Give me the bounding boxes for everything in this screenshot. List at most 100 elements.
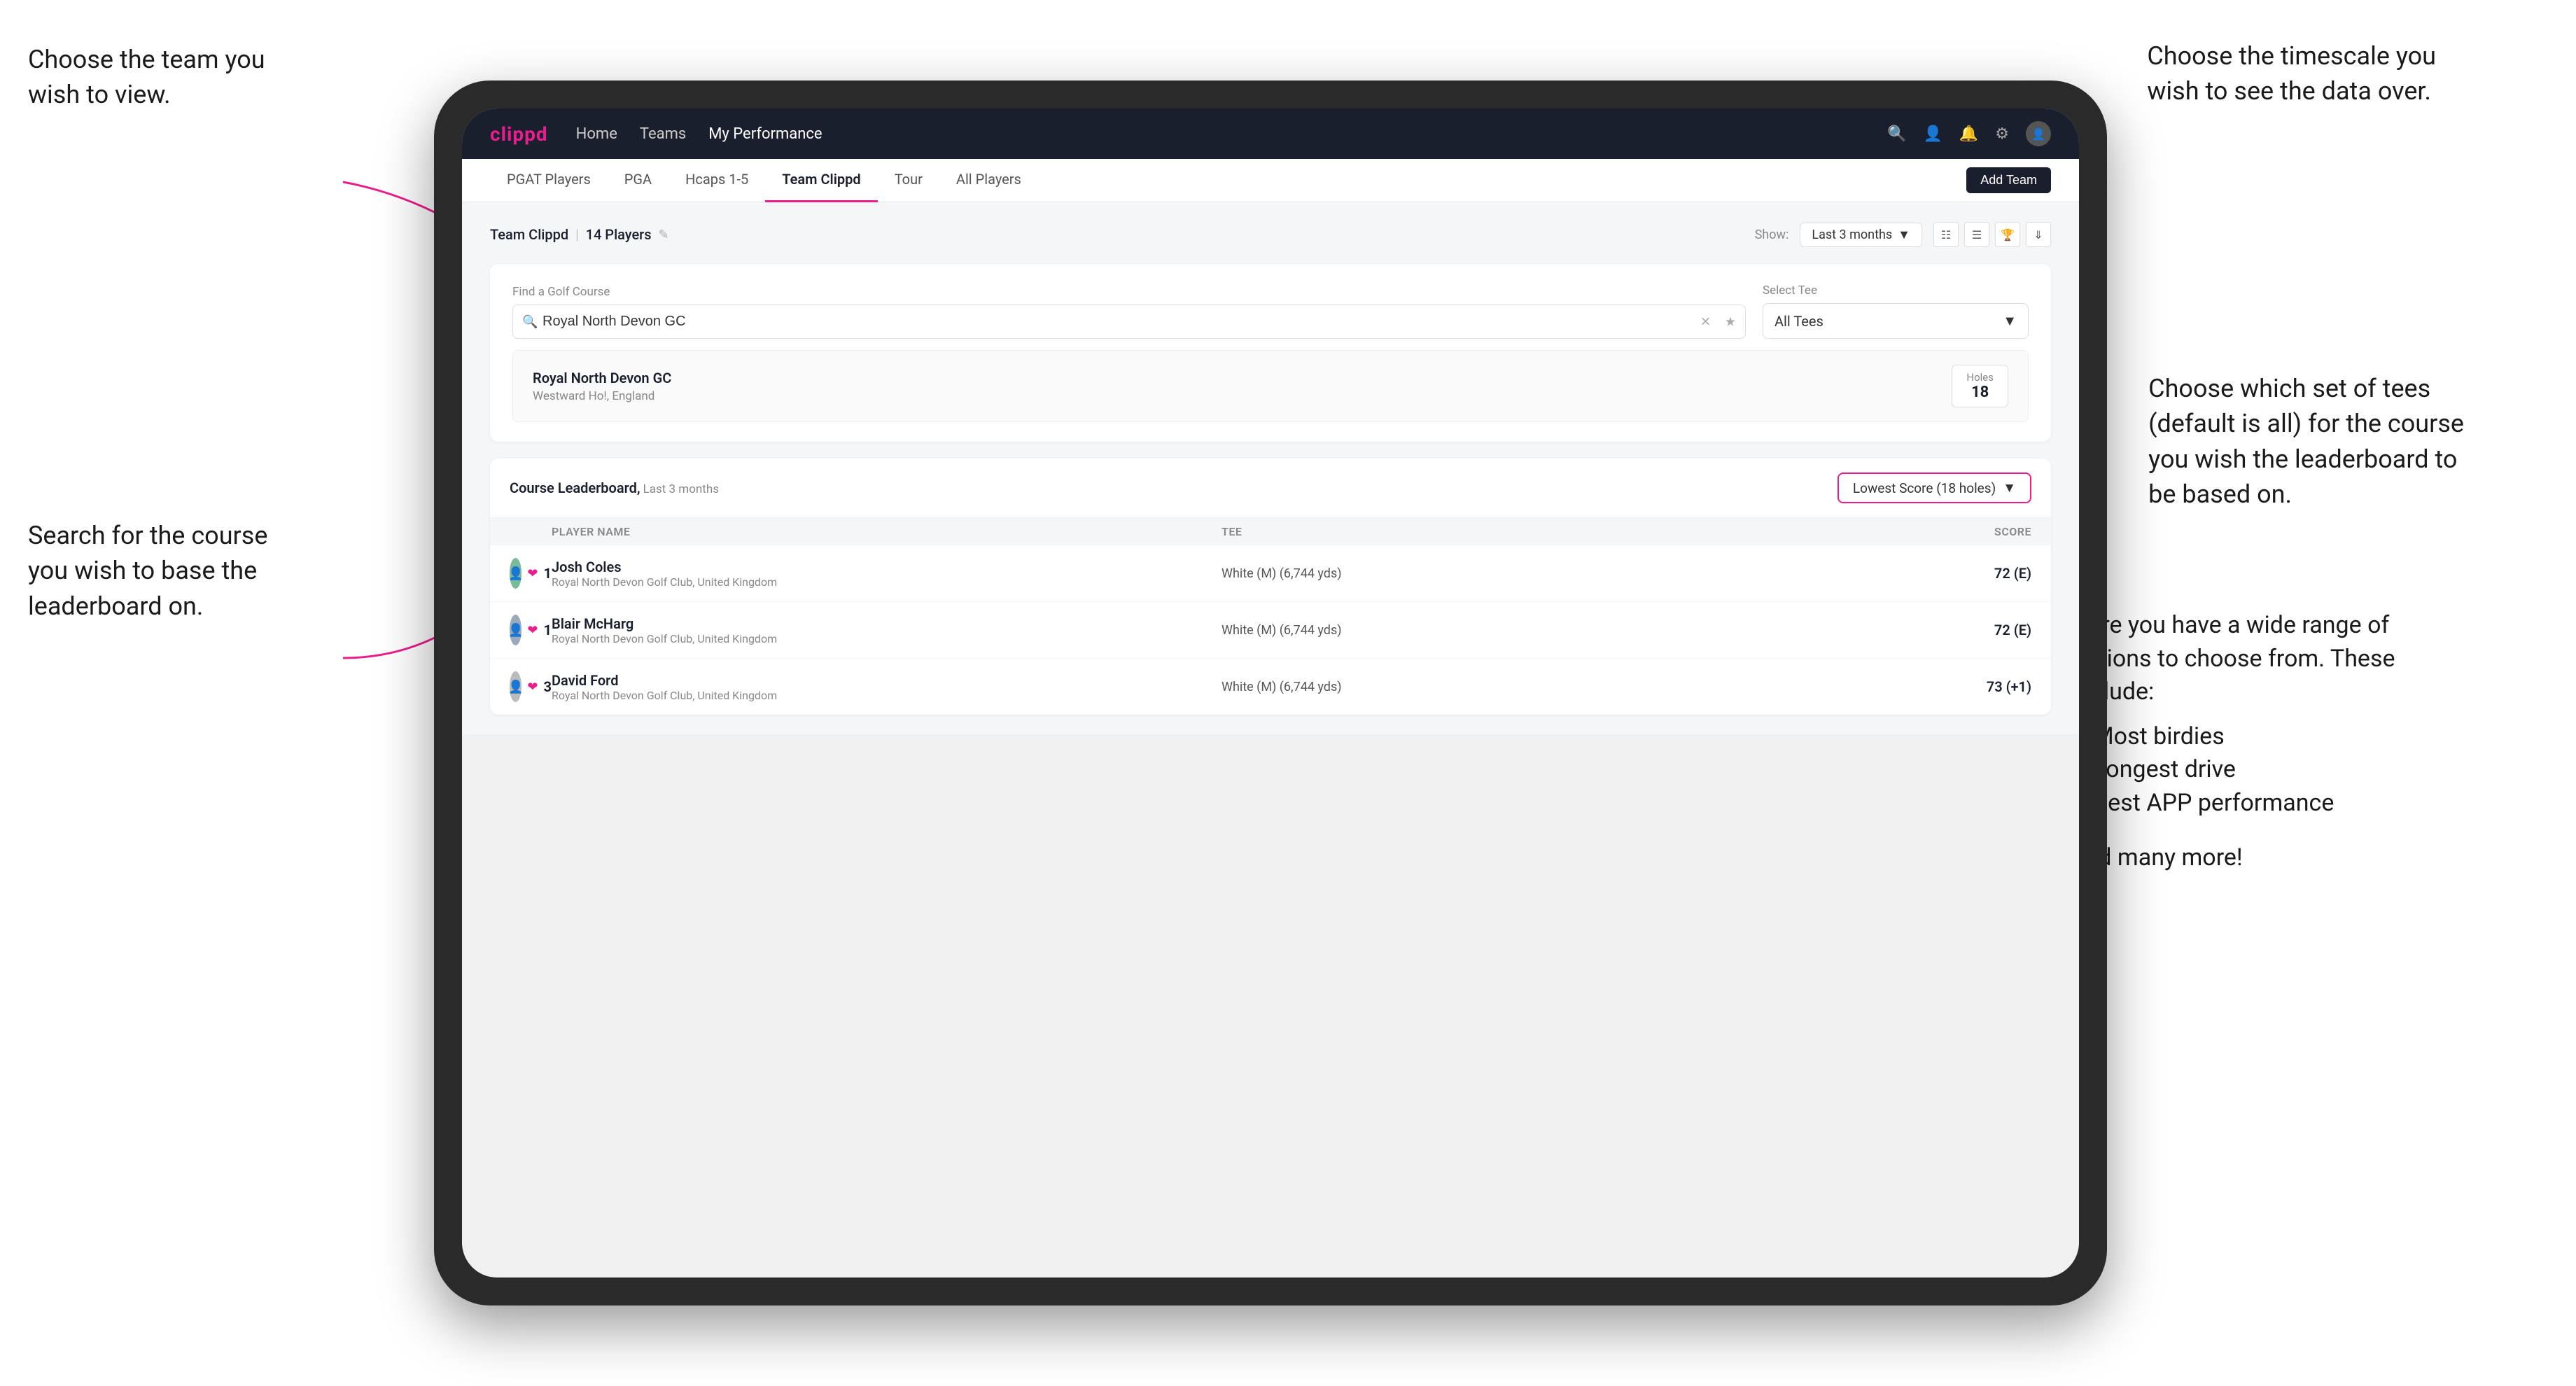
player-rank-1: 1 (544, 565, 552, 582)
annotation-middle-right-text4: be based on. (2148, 479, 2292, 509)
score-3: 73 (+1) (1891, 678, 2031, 695)
chevron-down-icon: ▼ (1898, 227, 1910, 242)
col-tee: TEE (1222, 525, 1891, 538)
show-value: Last 3 months (1812, 227, 1892, 242)
nav-tour[interactable]: Tour (878, 159, 939, 202)
annotation-bottom-right-intro: Here you have a wide range of options to… (2072, 611, 2395, 706)
nav-my-performance[interactable]: My Performance (708, 125, 822, 143)
bell-icon[interactable]: 🔔 (1959, 125, 1978, 143)
annotation-bottom-left: Search for the course you wish to base t… (28, 518, 267, 624)
download-button[interactable]: ⇓ (2026, 222, 2051, 247)
search-input[interactable] (512, 304, 1746, 339)
table-row: 👤 ❤ 1 Blair McHarg Royal North Devon Gol… (490, 602, 2051, 659)
team-name: Team Clippd (490, 226, 568, 243)
tee-info-2: White (M) (6,744 yds) (1222, 623, 1891, 638)
annotation-bottom-right: Here you have a wide range of options to… (2072, 609, 2464, 874)
annotation-top-right-text1: Choose the timescale you (2147, 41, 2436, 71)
player-name-1: Josh Coles (552, 559, 777, 575)
show-label: Show: (1755, 227, 1789, 242)
search-star-icon[interactable]: ★ (1725, 314, 1736, 329)
col-player-name: PLAYER NAME (552, 525, 1222, 538)
tee-label: Select Tee (1763, 284, 2029, 298)
holes-number: 18 (1966, 384, 1994, 401)
annotation-middle-right-text2: (default is all) for the course (2148, 409, 2464, 438)
annotation-bottom-left-text3: leaderboard on. (28, 592, 203, 621)
annotation-top-left-text1: Choose the team you (28, 45, 265, 74)
nav-pga[interactable]: PGA (608, 159, 668, 202)
score-dropdown[interactable]: Lowest Score (18 holes) ▼ (1837, 472, 2031, 503)
course-location: Westward Ho!, England (533, 389, 671, 403)
tablet-screen: clippd Home Teams My Performance 🔍 👤 🔔 ⚙… (462, 108, 2079, 1278)
main-content: Team Clippd | 14 Players ✎ Show: Last 3 … (462, 202, 2079, 734)
search-wrapper: Find a Golf Course 🔍 ✕ ★ (512, 285, 1746, 339)
team-title: Team Clippd | 14 Players ✎ (490, 226, 669, 243)
nav-team-clippd[interactable]: Team Clippd (765, 159, 877, 202)
player-club-2: Royal North Devon Golf Club, United King… (552, 632, 777, 645)
score-1: 72 (E) (1891, 565, 2031, 582)
add-team-button[interactable]: Add Team (1966, 167, 2051, 193)
list-view-button[interactable]: ☰ (1964, 222, 1989, 247)
search-display: 🔍 ✕ ★ (512, 304, 1746, 339)
score-2: 72 (E) (1891, 622, 2031, 638)
course-info: Royal North Devon GC Westward Ho!, Engla… (533, 370, 671, 403)
heart-icon-3[interactable]: ❤ (527, 680, 538, 694)
player-avatar-3: 👤 (510, 671, 522, 702)
annotation-middle-right-text1: Choose which set of tees (2148, 374, 2430, 403)
leaderboard-title-area: Course Leaderboard, Last 3 months (510, 479, 719, 496)
edit-icon[interactable]: ✎ (659, 227, 669, 242)
annotation-bottom-left-text1: Search for the course (28, 521, 267, 550)
filter-card: Find a Golf Course 🔍 ✕ ★ Select Tee All … (490, 264, 2051, 442)
tee-value: All Tees (1774, 313, 1823, 330)
nav-pgat-players[interactable]: PGAT Players (490, 159, 608, 202)
nav-teams[interactable]: Teams (640, 125, 686, 143)
tee-chevron-icon: ▼ (2003, 312, 2017, 330)
nav-home[interactable]: Home (576, 125, 617, 143)
annotation-bullet-1: Most birdies (2093, 720, 2464, 754)
table-row: 👤 ❤ 3 David Ford Royal North Devon Golf … (490, 659, 2051, 715)
player-avatar-2: 👤 (510, 615, 522, 645)
heart-icon-2[interactable]: ❤ (527, 623, 538, 638)
team-header-row: Team Clippd | 14 Players ✎ Show: Last 3 … (490, 222, 2051, 247)
avatar[interactable]: 👤 (2026, 121, 2051, 146)
person-icon[interactable]: 👤 (1923, 125, 1942, 143)
navbar: clippd Home Teams My Performance 🔍 👤 🔔 ⚙… (462, 108, 2079, 159)
tee-info-3: White (M) (6,744 yds) (1222, 680, 1891, 694)
leaderboard-card: Course Leaderboard, Last 3 months Lowest… (490, 458, 2051, 715)
holes-label: Holes (1966, 371, 1994, 384)
player-info-1: Josh Coles Royal North Devon Golf Club, … (552, 559, 1222, 589)
team-separator: | (575, 226, 578, 243)
search-clear-icon[interactable]: ✕ (1700, 314, 1711, 329)
player-rank-2: 1 (544, 622, 552, 638)
show-row: Show: Last 3 months ▼ ☷ ☰ 🏆 ⇓ (1755, 222, 2051, 247)
search-label: Find a Golf Course (512, 285, 1746, 299)
rank-heart-2: 👤 ❤ 1 (510, 615, 552, 645)
score-dropdown-value: Lowest Score (18 holes) (1853, 480, 1996, 496)
tee-dropdown[interactable]: All Tees ▼ (1763, 303, 2029, 339)
secondary-nav: PGAT Players PGA Hcaps 1-5 Team Clippd T… (462, 159, 2079, 202)
navbar-links: Home Teams My Performance (576, 125, 1859, 143)
nav-hcaps[interactable]: Hcaps 1-5 (668, 159, 765, 202)
rank-heart-3: 👤 ❤ 3 (510, 671, 552, 702)
annotation-bottom-right-outro: and many more! (2072, 841, 2464, 875)
settings-icon[interactable]: ⚙ (1995, 125, 2009, 143)
nav-all-players[interactable]: All Players (939, 159, 1038, 202)
show-dropdown[interactable]: Last 3 months ▼ (1800, 223, 1922, 247)
filter-row: Find a Golf Course 🔍 ✕ ★ Select Tee All … (512, 284, 2029, 339)
heart-icon-1[interactable]: ❤ (527, 566, 538, 581)
tee-info-1: White (M) (6,744 yds) (1222, 566, 1891, 581)
leaderboard-title: Course Leaderboard, (510, 479, 640, 496)
leaderboard-header: Course Leaderboard, Last 3 months Lowest… (490, 458, 2051, 518)
annotation-middle-right-text3: you wish the leaderboard to (2148, 444, 2457, 474)
table-row: 👤 ❤ 1 Josh Coles Royal North Devon Golf … (490, 545, 2051, 602)
course-result: Royal North Devon GC Westward Ho!, Engla… (512, 350, 2029, 422)
player-count: 14 Players (586, 226, 652, 243)
trophy-view-button[interactable]: 🏆 (1995, 222, 2020, 247)
player-rank-3: 3 (544, 678, 552, 695)
search-inner-icon: 🔍 (522, 314, 538, 329)
annotation-top-left-text2: wish to view. (28, 80, 171, 109)
annotation-bullet-2: Longest drive (2093, 753, 2464, 787)
annotation-top-left: Choose the team you wish to view. (28, 42, 265, 113)
grid-view-button[interactable]: ☷ (1933, 222, 1959, 247)
player-info-3: David Ford Royal North Devon Golf Club, … (552, 672, 1222, 702)
search-icon[interactable]: 🔍 (1887, 125, 1906, 143)
